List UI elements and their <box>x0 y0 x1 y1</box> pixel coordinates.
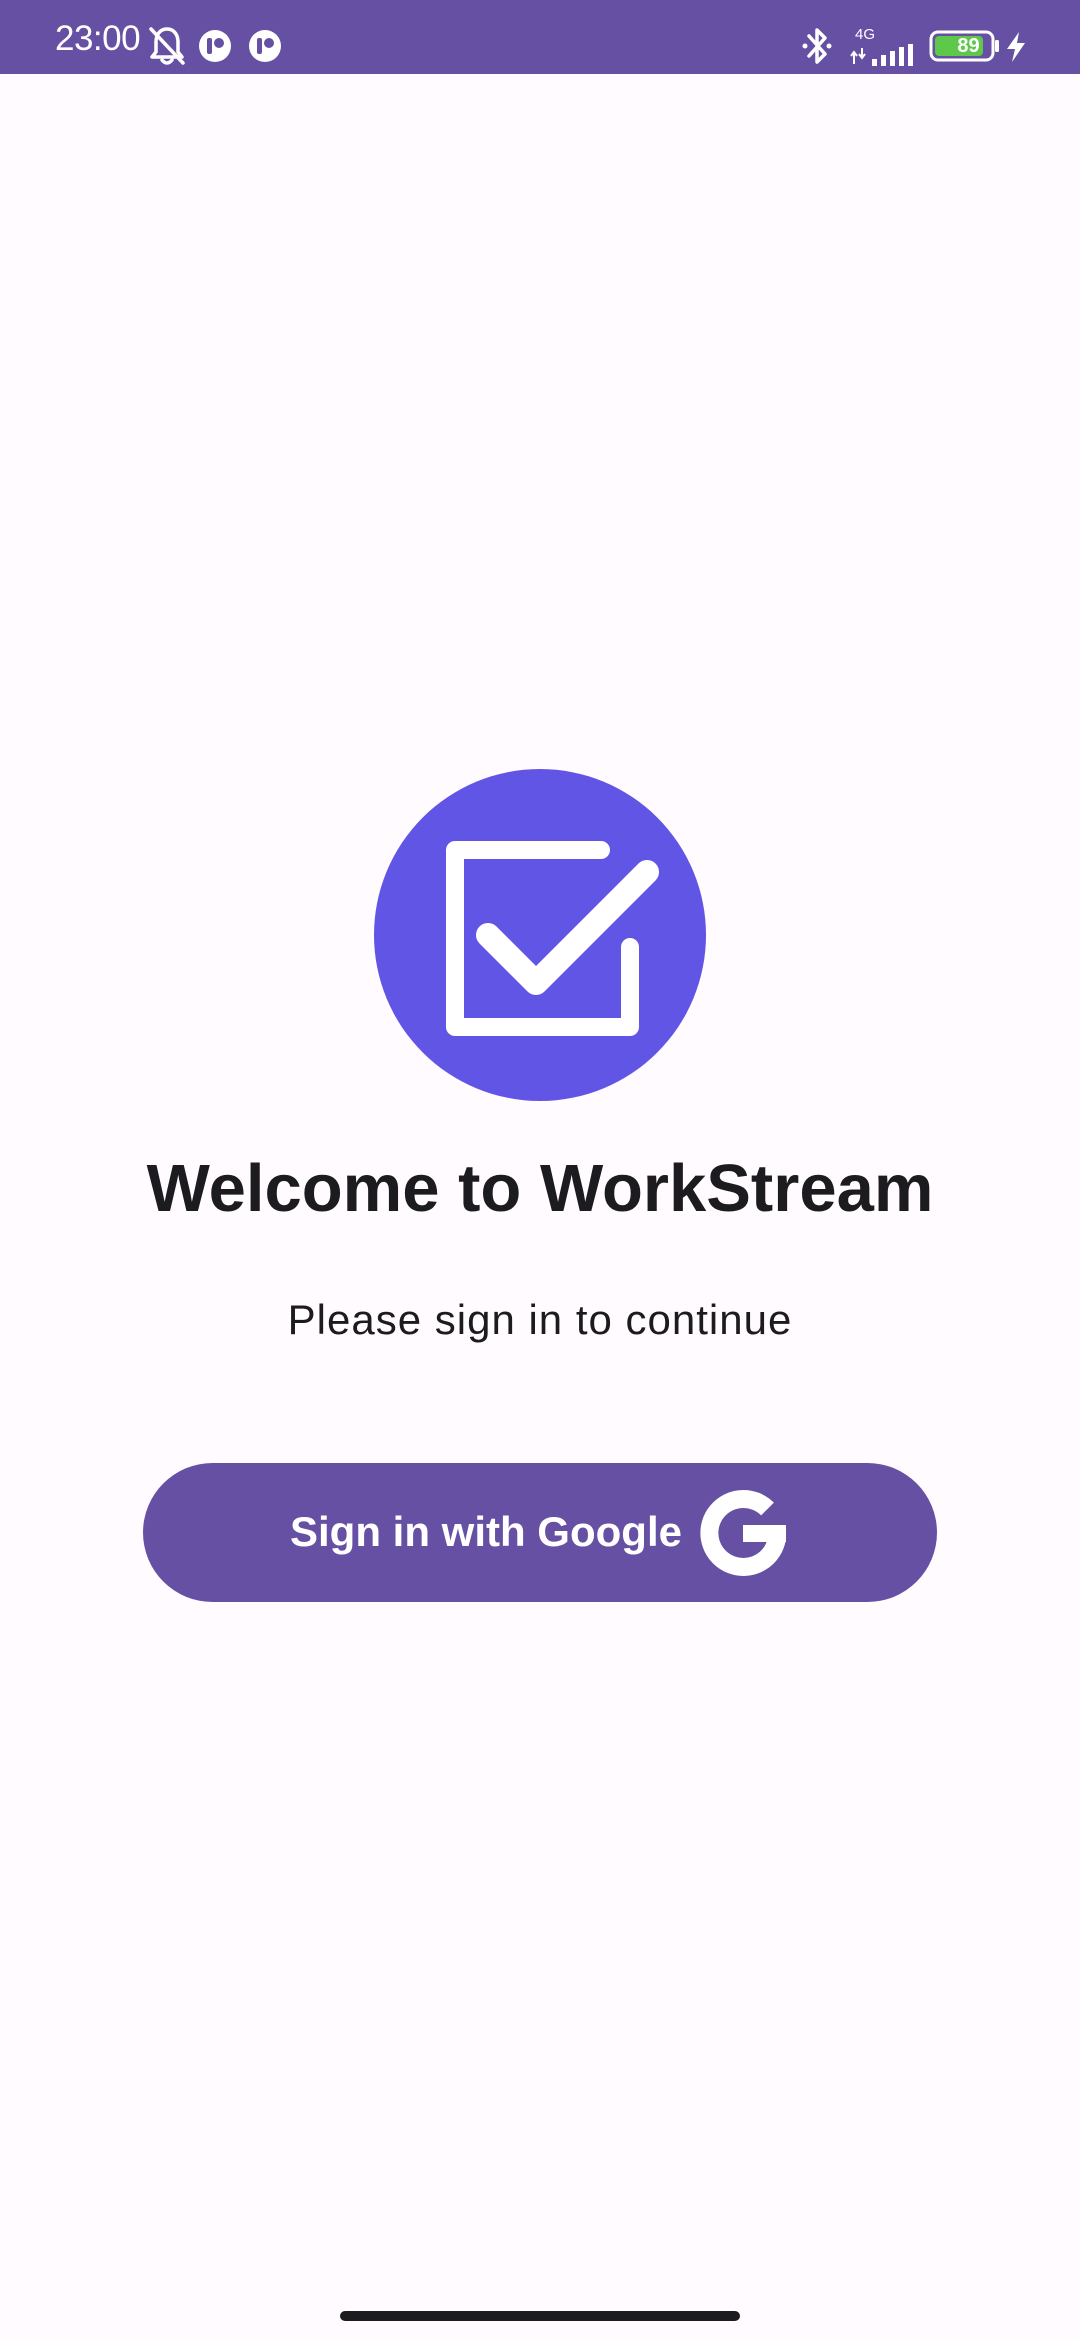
signal-icon <box>850 44 913 66</box>
battery-level: 89 <box>957 35 980 57</box>
app-notification-icon <box>249 30 281 62</box>
status-time: 23:00 <box>55 19 141 58</box>
network-type-label: 4G <box>855 26 876 43</box>
status-bar: 23:00 4G 89 <box>0 0 1080 74</box>
google-icon <box>700 1490 786 1576</box>
muted-bell-icon <box>149 27 185 65</box>
sign-in-with-google-button[interactable]: Sign in with Google <box>143 1463 937 1602</box>
bluetooth-icon <box>802 28 832 64</box>
app-notification-icon <box>199 30 231 62</box>
home-indicator[interactable] <box>340 2311 740 2321</box>
welcome-title: Welcome to WorkStream <box>146 1151 934 1226</box>
charging-icon <box>1007 32 1025 62</box>
app-logo <box>374 769 706 1101</box>
checkbox-checked-icon <box>446 841 659 1036</box>
sign-in-prompt: Please sign in to continue <box>287 1296 793 1343</box>
sign-in-button-label: Sign in with Google <box>290 1508 682 1555</box>
